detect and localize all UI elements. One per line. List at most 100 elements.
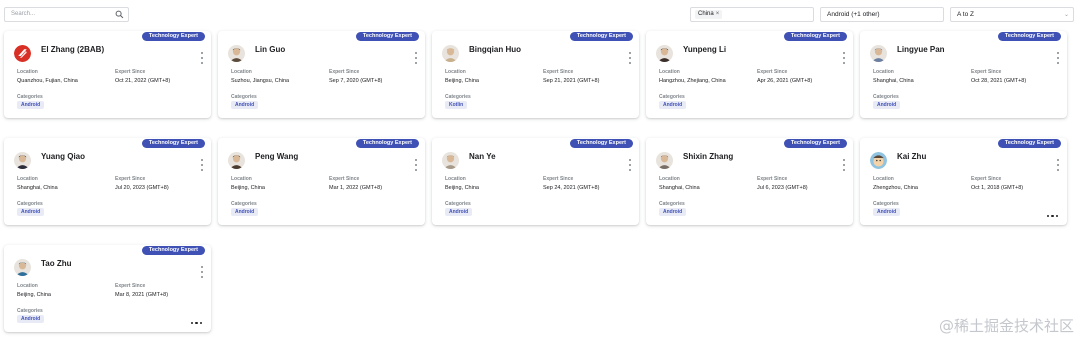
avatar bbox=[14, 45, 31, 62]
search-input[interactable]: Search... bbox=[4, 7, 129, 22]
categories-label: Categories bbox=[873, 201, 899, 207]
expert-name[interactable]: Lin Guo bbox=[255, 45, 285, 54]
categories-label: Categories bbox=[231, 201, 257, 207]
technology-expert-badge: Technology Expert bbox=[569, 139, 633, 148]
avatar bbox=[656, 152, 673, 169]
categories-label: Categories bbox=[17, 308, 43, 314]
expert-card[interactable]: Technology Expert Kai Zhu Location Zhengzho… bbox=[860, 138, 1067, 225]
expert-since-label: Expert Since bbox=[971, 176, 1002, 182]
expert-card[interactable]: Technology Expert El Zhang (2BAB) Location… bbox=[4, 31, 211, 118]
category-tag[interactable]: Android bbox=[17, 208, 45, 216]
expert-since-value: Apr 26, 2021 (GMT+8) bbox=[757, 78, 813, 84]
expert-name[interactable]: Kai Zhu bbox=[897, 152, 926, 161]
chevron-down-icon: ⌄ bbox=[1063, 12, 1069, 18]
expert-card[interactable]: Technology Expert Yunpeng Li Location Hangz… bbox=[646, 31, 853, 118]
remove-chip-icon[interactable]: × bbox=[716, 10, 720, 19]
expert-name[interactable]: Lingyue Pan bbox=[897, 45, 945, 54]
avatar bbox=[14, 259, 31, 276]
expert-since-value: Oct 1, 2018 (GMT+8) bbox=[971, 185, 1024, 191]
avatar bbox=[228, 45, 245, 62]
kebab-menu-icon[interactable] bbox=[414, 52, 418, 64]
category-tag[interactable]: Android bbox=[445, 208, 473, 216]
technology-expert-badge: Technology Expert bbox=[569, 32, 633, 41]
expert-card[interactable]: Technology Expert Peng Wang Location Beijin… bbox=[218, 138, 425, 225]
categories-label: Categories bbox=[231, 94, 257, 100]
expert-card[interactable]: Technology Expert Bingqian Huo Location Bei… bbox=[432, 31, 639, 118]
avatar bbox=[870, 45, 887, 62]
category-tag[interactable]: Kotlin bbox=[445, 101, 468, 109]
watermark: @稀土掘金技术社区 bbox=[938, 317, 1074, 335]
avatar bbox=[656, 45, 673, 62]
expert-name[interactable]: Bingqian Huo bbox=[469, 45, 521, 54]
location-label: Location bbox=[17, 176, 38, 182]
location-value: Beijing, China bbox=[445, 185, 479, 191]
country-filter[interactable]: China × bbox=[690, 7, 814, 22]
category-tag[interactable]: Android bbox=[17, 101, 45, 109]
kebab-menu-icon[interactable] bbox=[200, 52, 204, 64]
category-tag[interactable]: Android bbox=[17, 315, 45, 323]
location-label: Location bbox=[17, 69, 38, 75]
location-label: Location bbox=[445, 176, 466, 182]
expert-card[interactable]: Technology Expert Shixin Zhang Location Sha… bbox=[646, 138, 853, 225]
kebab-menu-icon[interactable] bbox=[628, 52, 632, 64]
technology-expert-badge: Technology Expert bbox=[783, 139, 847, 148]
category-filter-value: Android (+1 other) bbox=[827, 11, 880, 18]
technology-expert-badge: Technology Expert bbox=[997, 32, 1061, 41]
kebab-menu-icon[interactable] bbox=[842, 52, 846, 64]
location-value: Suzhou, Jiangsu, China bbox=[231, 78, 290, 84]
location-value: Zhengzhou, China bbox=[873, 185, 918, 191]
category-tag[interactable]: Android bbox=[231, 208, 259, 216]
kebab-menu-icon[interactable] bbox=[200, 266, 204, 278]
expert-card[interactable]: Technology Expert Yuang Qiao Location Shang… bbox=[4, 138, 211, 225]
category-filter[interactable]: Android (+1 other) bbox=[820, 7, 944, 22]
expert-since-label: Expert Since bbox=[329, 176, 360, 182]
search-icon[interactable] bbox=[115, 10, 124, 19]
categories-label: Categories bbox=[659, 201, 685, 207]
location-label: Location bbox=[873, 176, 894, 182]
location-value: Beijing, China bbox=[231, 185, 265, 191]
expert-name[interactable]: Peng Wang bbox=[255, 152, 298, 161]
expert-card[interactable]: Technology Expert Nan Ye Location Beijing, … bbox=[432, 138, 639, 225]
technology-expert-badge: Technology Expert bbox=[997, 139, 1061, 148]
category-tag[interactable]: Android bbox=[873, 208, 901, 216]
expert-since-label: Expert Since bbox=[329, 69, 360, 75]
categories-label: Categories bbox=[17, 94, 43, 100]
country-chip[interactable]: China × bbox=[695, 10, 723, 19]
expert-name[interactable]: Nan Ye bbox=[469, 152, 496, 161]
location-label: Location bbox=[17, 283, 38, 289]
kebab-menu-icon[interactable] bbox=[628, 159, 632, 171]
location-label: Location bbox=[231, 176, 252, 182]
technology-expert-badge: Technology Expert bbox=[783, 32, 847, 41]
sort-select[interactable]: A to Z ⌄ bbox=[950, 7, 1074, 22]
sort-value: A to Z bbox=[957, 11, 974, 18]
more-horizontal-icon[interactable] bbox=[190, 321, 202, 324]
kebab-menu-icon[interactable] bbox=[842, 159, 846, 171]
expert-since-label: Expert Since bbox=[115, 176, 146, 182]
expert-since-value: Jul 6, 2023 (GMT+8) bbox=[757, 185, 808, 191]
kebab-menu-icon[interactable] bbox=[1056, 159, 1060, 171]
expert-name[interactable]: El Zhang (2BAB) bbox=[41, 45, 104, 54]
expert-since-value: Sep 21, 2021 (GMT+8) bbox=[543, 78, 600, 84]
kebab-menu-icon[interactable] bbox=[200, 159, 204, 171]
category-tag[interactable]: Android bbox=[231, 101, 259, 109]
expert-card[interactable]: Technology Expert Lingyue Pan Location Shan… bbox=[860, 31, 1067, 118]
expert-name[interactable]: Tao Zhu bbox=[41, 259, 72, 268]
expert-since-value: Jul 20, 2023 (GMT+8) bbox=[115, 185, 169, 191]
expert-since-value: Oct 28, 2021 (GMT+8) bbox=[971, 78, 1027, 84]
expert-since-value: Sep 24, 2021 (GMT+8) bbox=[543, 185, 600, 191]
expert-card[interactable]: Technology Expert Lin Guo Location Suzhou, … bbox=[218, 31, 425, 118]
technology-expert-badge: Technology Expert bbox=[141, 139, 205, 148]
categories-label: Categories bbox=[445, 201, 471, 207]
expert-name[interactable]: Shixin Zhang bbox=[683, 152, 733, 161]
kebab-menu-icon[interactable] bbox=[1056, 52, 1060, 64]
more-horizontal-icon[interactable] bbox=[1046, 214, 1058, 217]
location-label: Location bbox=[659, 176, 680, 182]
kebab-menu-icon[interactable] bbox=[414, 159, 418, 171]
expert-name[interactable]: Yuang Qiao bbox=[41, 152, 85, 161]
category-tag[interactable]: Android bbox=[873, 101, 901, 109]
categories-label: Categories bbox=[659, 94, 685, 100]
category-tag[interactable]: Android bbox=[659, 101, 687, 109]
category-tag[interactable]: Android bbox=[659, 208, 687, 216]
expert-name[interactable]: Yunpeng Li bbox=[683, 45, 726, 54]
expert-card[interactable]: Technology Expert Tao Zhu Location Beijing,… bbox=[4, 245, 211, 332]
